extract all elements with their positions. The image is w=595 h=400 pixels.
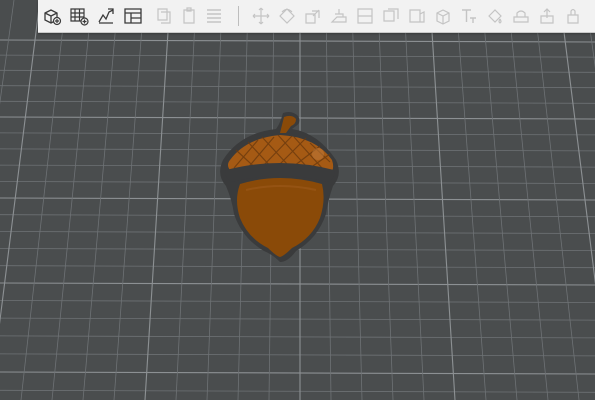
ungroup-icon [383,8,399,22]
copy-icon [157,8,171,24]
shell-button[interactable] [432,5,454,27]
align-button[interactable] [328,5,350,27]
add-cube-icon [44,9,62,26]
shell-icon [436,9,450,25]
copy-button[interactable] [153,5,175,27]
paint-button[interactable] [484,5,506,27]
paint-icon [488,9,502,24]
acorn-model[interactable] [0,0,595,400]
list-icon [207,9,221,23]
rotate-icon [279,8,295,24]
align-icon [330,9,347,23]
move-icon [252,7,270,25]
rotate-button[interactable] [276,5,298,27]
toolbar-separator [238,6,239,26]
import-sketch-button[interactable] [95,5,117,27]
layout-panel-button[interactable] [122,5,144,27]
scale-button[interactable] [302,5,324,27]
settings-icon [567,8,579,24]
ungroup-button[interactable] [380,5,402,27]
selection-hotspot [312,148,324,160]
mirror-button[interactable] [406,5,428,27]
settings-button[interactable] [562,5,584,27]
add-grid-button[interactable] [68,5,90,27]
add-grid-icon [70,8,89,26]
list-button[interactable] [203,5,225,27]
import-sketch-icon [98,8,114,24]
export-button[interactable] [536,5,558,27]
hole-button[interactable] [510,5,532,27]
layout-panel-icon [124,8,142,24]
hole-icon [513,10,529,23]
move-button[interactable] [250,5,272,27]
text-icon [462,9,476,23]
mirror-icon [409,9,425,23]
scale-icon [305,9,320,24]
paste-button[interactable] [178,5,200,27]
3d-viewport[interactable] [0,0,595,400]
text-button[interactable] [458,5,480,27]
add-cube-button[interactable] [41,5,63,27]
group-button[interactable] [354,5,376,27]
export-icon [540,8,554,24]
paste-icon [183,7,195,24]
top-toolbar [38,0,595,33]
group-icon [357,8,373,24]
